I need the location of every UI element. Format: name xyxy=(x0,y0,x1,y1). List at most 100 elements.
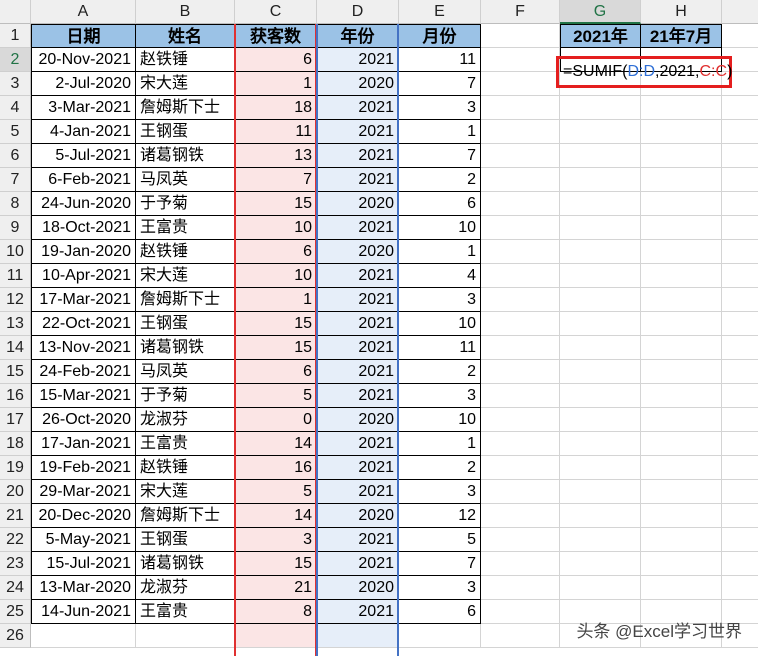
table-cell[interactable]: 0 xyxy=(235,408,317,432)
row-header-13[interactable]: 13 xyxy=(0,312,31,336)
cell-G20[interactable] xyxy=(560,480,641,504)
cell-extra[interactable] xyxy=(722,432,758,456)
cell-F14[interactable] xyxy=(481,336,560,360)
cell-F12[interactable] xyxy=(481,288,560,312)
table-cell[interactable]: 11 xyxy=(235,120,317,144)
table-cell[interactable]: 22-Oct-2021 xyxy=(31,312,136,336)
row-header-6[interactable]: 6 xyxy=(0,144,31,168)
row-header-5[interactable]: 5 xyxy=(0,120,31,144)
table-cell[interactable]: 6 xyxy=(235,360,317,384)
cell-F6[interactable] xyxy=(481,144,560,168)
cell-H13[interactable] xyxy=(641,312,722,336)
table-cell[interactable]: 2021 xyxy=(317,384,399,408)
cell-H22[interactable] xyxy=(641,528,722,552)
cell-F19[interactable] xyxy=(481,456,560,480)
cell-extra[interactable] xyxy=(722,456,758,480)
cell-H17[interactable] xyxy=(641,408,722,432)
cell-H18[interactable] xyxy=(641,432,722,456)
cell-H8[interactable] xyxy=(641,192,722,216)
table-cell[interactable]: 龙淑芬 xyxy=(136,408,235,432)
cell-extra[interactable] xyxy=(722,120,758,144)
cell-F5[interactable] xyxy=(481,120,560,144)
table-cell[interactable]: 3 xyxy=(235,528,317,552)
row-header-4[interactable]: 4 xyxy=(0,96,31,120)
table-cell[interactable]: 6 xyxy=(235,48,317,72)
table-cell[interactable]: 于予菊 xyxy=(136,384,235,408)
table-cell[interactable]: 2021 xyxy=(317,600,399,624)
cell-H16[interactable] xyxy=(641,384,722,408)
table-cell[interactable]: 3 xyxy=(399,96,481,120)
cell-H10[interactable] xyxy=(641,240,722,264)
cell-extra[interactable] xyxy=(722,312,758,336)
table-cell[interactable]: 2021 xyxy=(317,144,399,168)
column-header-B[interactable]: B xyxy=(136,0,235,24)
cell-extra[interactable] xyxy=(722,168,758,192)
table-cell[interactable]: 10 xyxy=(399,216,481,240)
table-cell[interactable]: 赵铁锤 xyxy=(136,240,235,264)
table-cell[interactable]: 2020 xyxy=(317,192,399,216)
cell-G24[interactable] xyxy=(560,576,641,600)
cell-G10[interactable] xyxy=(560,240,641,264)
table-cell[interactable]: 2021 xyxy=(317,456,399,480)
cell-H20[interactable] xyxy=(641,480,722,504)
table-cell[interactable]: 2021 xyxy=(317,264,399,288)
table-cell[interactable]: 王富贵 xyxy=(136,432,235,456)
cell-extra[interactable] xyxy=(722,552,758,576)
table-cell[interactable]: 1 xyxy=(399,432,481,456)
table-cell[interactable]: 5 xyxy=(235,480,317,504)
table-cell[interactable]: 王钢蛋 xyxy=(136,528,235,552)
table-cell[interactable]: 7 xyxy=(399,72,481,96)
table-cell[interactable]: 3 xyxy=(399,384,481,408)
cell-G22[interactable] xyxy=(560,528,641,552)
table-cell[interactable]: 2-Jul-2020 xyxy=(31,72,136,96)
cell-F22[interactable] xyxy=(481,528,560,552)
row-header-24[interactable]: 24 xyxy=(0,576,31,600)
row-header-25[interactable]: 25 xyxy=(0,600,31,624)
table-cell[interactable]: 2021 xyxy=(317,312,399,336)
table-cell[interactable]: 宋大莲 xyxy=(136,264,235,288)
column-header-A[interactable]: A xyxy=(31,0,136,24)
table-cell[interactable]: 8 xyxy=(235,600,317,624)
table-cell[interactable]: 龙淑芬 xyxy=(136,576,235,600)
table-cell[interactable]: 王钢蛋 xyxy=(136,120,235,144)
row-header-11[interactable]: 11 xyxy=(0,264,31,288)
table-cell[interactable]: 2021 xyxy=(317,96,399,120)
cell-extra[interactable] xyxy=(722,240,758,264)
cell-F7[interactable] xyxy=(481,168,560,192)
table-cell[interactable]: 6-Feb-2021 xyxy=(31,168,136,192)
table-cell[interactable]: 7 xyxy=(399,144,481,168)
table-cell[interactable]: 10-Apr-2021 xyxy=(31,264,136,288)
cell-extra[interactable] xyxy=(722,264,758,288)
cell-H24[interactable] xyxy=(641,576,722,600)
table-cell[interactable]: 29-Mar-2021 xyxy=(31,480,136,504)
cell-extra[interactable] xyxy=(722,528,758,552)
cell-F1[interactable] xyxy=(481,24,560,48)
cell-extra[interactable] xyxy=(722,408,758,432)
cell-G15[interactable] xyxy=(560,360,641,384)
column-header-E[interactable]: E xyxy=(399,0,481,24)
spreadsheet-grid[interactable]: A B C D E F G H 1 2 3 4 5 6 7 8 9 10 11 12 13 14 15 16 17 18 19 20 2… xyxy=(0,0,758,656)
cell-H9[interactable] xyxy=(641,216,722,240)
table-cell[interactable]: 14-Jun-2021 xyxy=(31,600,136,624)
cell-C26[interactable] xyxy=(235,624,317,648)
cell-E26[interactable] xyxy=(399,624,481,648)
cell-B26[interactable] xyxy=(136,624,235,648)
table-cell[interactable]: 14 xyxy=(235,504,317,528)
row-header-15[interactable]: 15 xyxy=(0,360,31,384)
row-header-21[interactable]: 21 xyxy=(0,504,31,528)
column-header-F[interactable]: F xyxy=(481,0,560,24)
column-header-D[interactable]: D xyxy=(317,0,399,24)
table-cell[interactable]: 3-Mar-2021 xyxy=(31,96,136,120)
table-cell[interactable]: 王富贵 xyxy=(136,600,235,624)
table-cell[interactable]: 1 xyxy=(235,288,317,312)
cell-extra[interactable] xyxy=(722,96,758,120)
table-cell[interactable]: 19-Jan-2020 xyxy=(31,240,136,264)
table-cell[interactable]: 14 xyxy=(235,432,317,456)
cell-F20[interactable] xyxy=(481,480,560,504)
cell-extra[interactable] xyxy=(722,480,758,504)
table-cell[interactable]: 2021 xyxy=(317,216,399,240)
table-cell[interactable]: 马凤英 xyxy=(136,360,235,384)
table-cell[interactable]: 马凤英 xyxy=(136,168,235,192)
cell-G23[interactable] xyxy=(560,552,641,576)
cell-F11[interactable] xyxy=(481,264,560,288)
